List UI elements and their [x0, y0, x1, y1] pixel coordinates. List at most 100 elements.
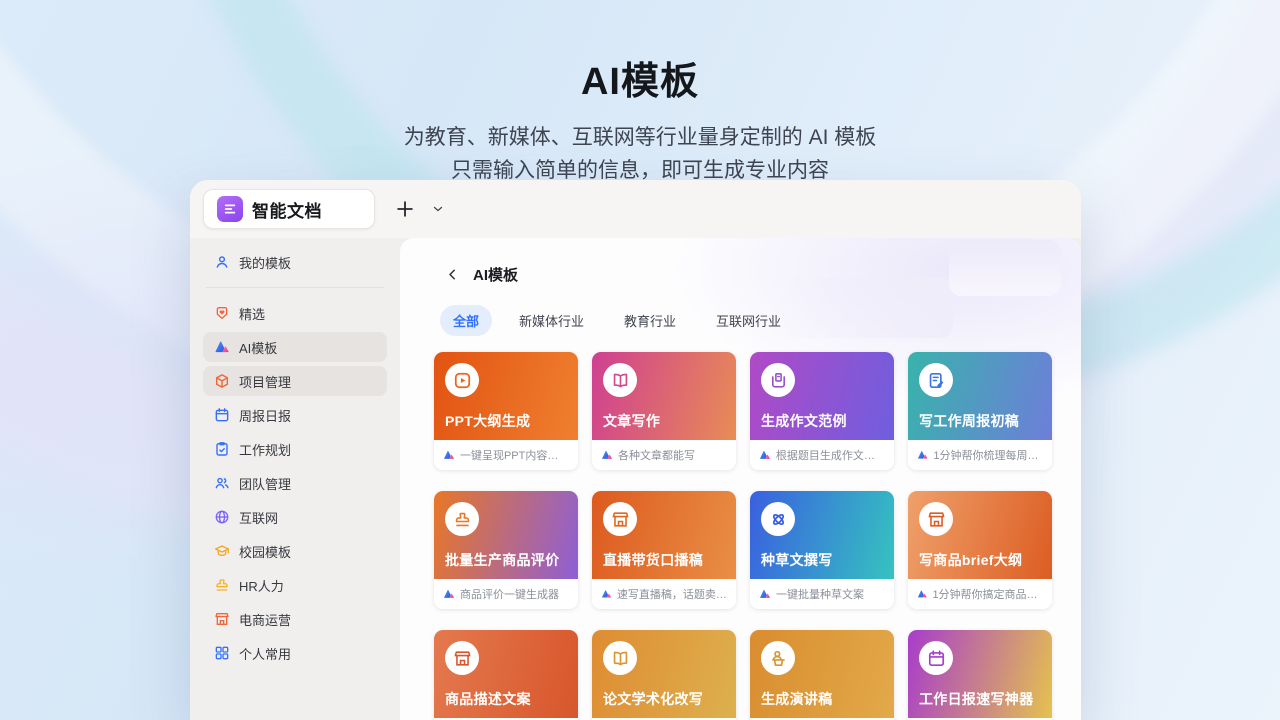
sidebar-item-7[interactable]: 团队管理 [203, 468, 387, 498]
ai-logo-icon [917, 449, 928, 461]
sidebar-item-3[interactable]: AI模板 [203, 332, 387, 362]
card-footer: 速写直播稿，话题卖点… [592, 579, 736, 609]
sidebar-item-11[interactable]: 电商运营 [203, 604, 387, 634]
app-name: 智能文档 [252, 197, 322, 222]
knot-icon [769, 510, 788, 529]
window-body: 我的模板精选 AI模板项目管理周报日报工作规划团队管理互联网校园模板 HR人力电商运… [190, 238, 1081, 720]
sidebar-item-label: 电商运营 [239, 610, 291, 629]
ai-logo-icon [443, 588, 455, 600]
card-desc: 根据题目生成作文范例 [776, 447, 885, 463]
sidebar-divider [206, 287, 384, 288]
sidebar-item-label: AI模板 [239, 338, 277, 357]
card-cover: PPT大纲生成 [434, 352, 578, 440]
heart-badge-icon [214, 305, 230, 321]
tab-0[interactable]: 全部 [440, 305, 492, 336]
card-title: 生成演讲稿 [761, 689, 833, 709]
card-cover: 写商品brief大纲 [908, 491, 1052, 579]
store-icon [919, 502, 953, 536]
tab-3[interactable]: 互联网行业 [703, 305, 794, 336]
doc-edit-icon [919, 363, 953, 397]
tab-label: 全部 [453, 314, 479, 329]
sidebar-item-8[interactable]: 互联网 [203, 502, 387, 532]
sidebar-item-9[interactable]: 校园模板 [203, 536, 387, 566]
chevron-left-icon [445, 267, 460, 282]
sidebar-item-label: 工作规划 [239, 440, 291, 459]
card-footer: 一键呈现PPT内容框架 [434, 440, 578, 470]
chevron-down-icon [431, 202, 445, 216]
doc-edit-icon [927, 371, 946, 390]
template-card-3[interactable]: 写工作周报初稿1分钟帮你梳理每周事项 [908, 352, 1052, 470]
podium-person-icon [761, 641, 795, 675]
template-card-5[interactable]: 直播带货口播稿速写直播稿，话题卖点… [592, 491, 736, 609]
stamp-icon [214, 577, 230, 593]
doc-tray-icon [769, 371, 788, 390]
calendar-icon [919, 641, 953, 675]
app-switcher-pill[interactable]: 智能文档 [203, 189, 375, 229]
doc-tray-icon [761, 363, 795, 397]
sidebar-item-5[interactable]: 周报日报 [203, 400, 387, 430]
sidebar: 我的模板精选 AI模板项目管理周报日报工作规划团队管理互联网校园模板 HR人力电商运… [190, 238, 400, 720]
template-card-6[interactable]: 种草文撰写一键批量种草文案 [750, 491, 894, 609]
page-title: AI模板 [0, 50, 1280, 105]
open-book-icon [603, 641, 637, 675]
card-title: 批量生产商品评价 [445, 550, 559, 570]
calendar-icon [214, 407, 230, 423]
chevron-down-icon[interactable] [428, 199, 448, 219]
sidebar-item-label: 个人常用 [239, 644, 291, 663]
users-icon [214, 475, 230, 491]
template-card-4[interactable]: 批量生产商品评价商品评价一键生成器 [434, 491, 578, 609]
back-icon[interactable] [444, 267, 460, 283]
card-title: 文章写作 [603, 411, 660, 431]
template-card-8[interactable]: 商品描述文案 [434, 630, 578, 720]
plus-icon [394, 198, 416, 220]
template-card-9[interactable]: 论文学术化改写 [592, 630, 736, 720]
plus-icon[interactable] [392, 196, 418, 222]
card-title: 工作日报速写神器 [919, 689, 1033, 709]
ai-logo-icon [917, 588, 927, 600]
template-card-10[interactable]: 生成演讲稿 [750, 630, 894, 720]
grid-icon [214, 645, 230, 661]
sidebar-item-2[interactable]: 精选 [203, 298, 387, 328]
card-title: 写商品brief大纲 [919, 550, 1022, 570]
card-footer: 一键批量种草文案 [750, 579, 894, 609]
tab-2[interactable]: 教育行业 [611, 305, 689, 336]
template-card-7[interactable]: 写商品brief大纲1分钟帮你搞定商品宣传… [908, 491, 1052, 609]
smart-doc-logo-icon [217, 196, 243, 222]
sidebar-item-12[interactable]: 个人常用 [203, 638, 387, 668]
store-icon [214, 611, 230, 627]
subtitle-line-1: 为教育、新媒体、互联网等行业量身定制的 AI 模板 [0, 121, 1280, 154]
template-card-1[interactable]: 文章写作各种文章都能写 [592, 352, 736, 470]
store-icon [927, 510, 946, 529]
content-title: AI模板 [473, 264, 518, 285]
ai-logo-icon [601, 449, 613, 461]
podium-person-icon [769, 649, 788, 668]
sidebar-item-10[interactable]: HR人力 [203, 570, 387, 600]
sidebar-item-0[interactable]: 我的模板 [203, 247, 387, 277]
sidebar-item-label: 团队管理 [239, 474, 291, 493]
sidebar-item-label: 精选 [239, 304, 265, 323]
tab-1[interactable]: 新媒体行业 [506, 305, 597, 336]
ai-logo-icon [214, 339, 230, 355]
card-footer: 1分钟帮你梳理每周事项 [908, 440, 1052, 470]
open-book-icon [611, 649, 630, 668]
sidebar-item-4[interactable]: 项目管理 [203, 366, 387, 396]
template-card-2[interactable]: 生成作文范例根据题目生成作文范例 [750, 352, 894, 470]
card-cover: 论文学术化改写 [592, 630, 736, 718]
card-title: 生成作文范例 [761, 411, 847, 431]
open-book-icon [603, 363, 637, 397]
sidebar-item-6[interactable]: 工作规划 [203, 434, 387, 464]
cube-icon [214, 373, 230, 389]
clipboard-check-icon [214, 441, 230, 457]
store-icon [453, 649, 472, 668]
template-card-0[interactable]: PPT大纲生成一键呈现PPT内容框架 [434, 352, 578, 470]
knot-icon [761, 502, 795, 536]
card-title: 商品描述文案 [445, 689, 531, 709]
stamp-icon [453, 510, 472, 529]
card-desc: 各种文章都能写 [618, 447, 695, 463]
card-cover: 商品描述文案 [434, 630, 578, 718]
ai-logo-icon [601, 588, 612, 600]
content-header: AI模板 [400, 238, 1081, 285]
template-card-11[interactable]: 工作日报速写神器 [908, 630, 1052, 720]
store-icon [611, 510, 630, 529]
card-cover: 工作日报速写神器 [908, 630, 1052, 718]
